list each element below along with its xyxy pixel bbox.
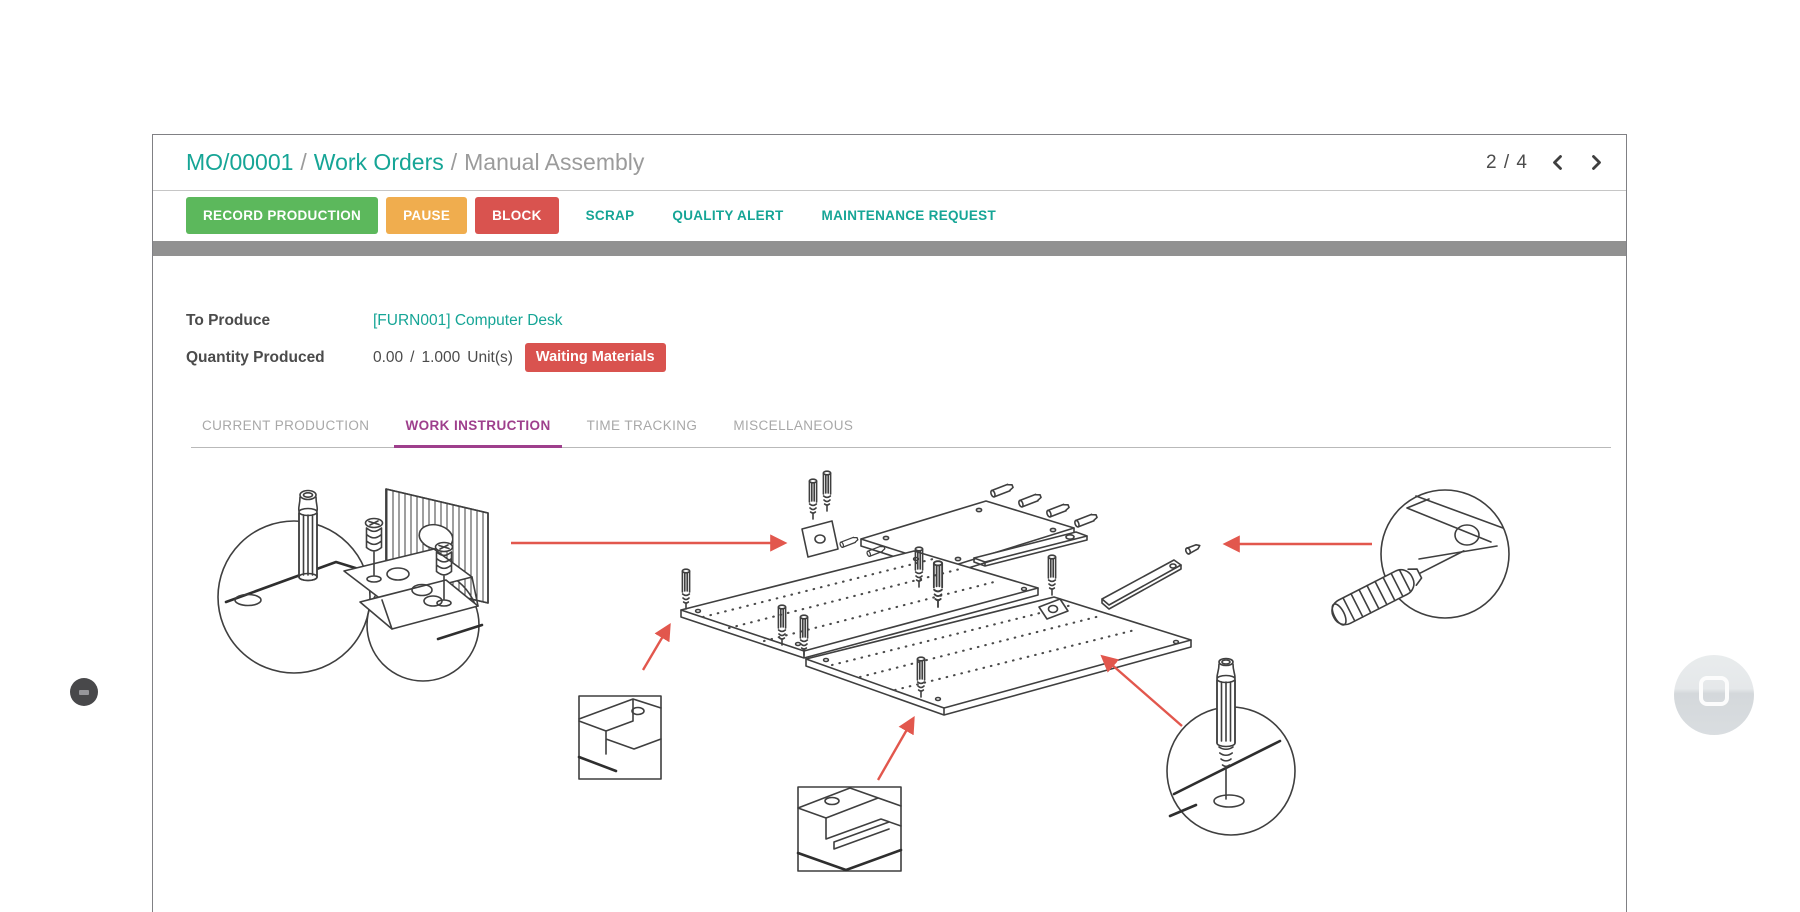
block-button[interactable]: BLOCK bbox=[475, 197, 559, 234]
tab-bar: CURRENT PRODUCTION WORK INSTRUCTION TIME… bbox=[191, 418, 1611, 448]
chevron-left-icon bbox=[1550, 154, 1565, 171]
pager: 2 / 4 bbox=[1486, 152, 1606, 174]
breadcrumb-link-mo[interactable]: MO/00001 bbox=[186, 149, 293, 175]
pager-count: 2 / 4 bbox=[1486, 152, 1528, 174]
home-square-icon bbox=[1699, 676, 1729, 706]
home-button[interactable] bbox=[1674, 655, 1754, 735]
work-order-card: MO/00001/Work Orders/Manual Assembly 2 /… bbox=[152, 134, 1627, 912]
status-progress-bar bbox=[153, 241, 1626, 256]
field-row-to-produce: To Produce [FURN001] Computer Desk bbox=[186, 308, 1626, 334]
quantity-separator: / bbox=[410, 349, 414, 366]
pager-prev-button[interactable] bbox=[1548, 152, 1567, 173]
toolbar: RECORD PRODUCTION PAUSE BLOCK SCRAP QUAL… bbox=[153, 191, 1626, 239]
tab-current-production[interactable]: CURRENT PRODUCTION bbox=[191, 418, 380, 448]
breadcrumb-current: Manual Assembly bbox=[464, 149, 644, 175]
breadcrumb-separator: / bbox=[444, 149, 464, 175]
field-label-quantity-produced: Quantity Produced bbox=[186, 349, 373, 367]
work-instruction-diagram bbox=[186, 449, 1561, 911]
tab-work-instruction[interactable]: WORK INSTRUCTION bbox=[394, 418, 561, 448]
quantity-uom: Unit(s) bbox=[467, 349, 513, 366]
pause-button[interactable]: PAUSE bbox=[386, 197, 467, 234]
scrap-button[interactable]: SCRAP bbox=[572, 208, 649, 223]
status-badge-waiting-materials: Waiting Materials bbox=[525, 343, 666, 372]
quantity-total: 1.000 bbox=[421, 349, 460, 366]
field-label-to-produce: To Produce bbox=[186, 312, 373, 330]
field-group: To Produce [FURN001] Computer Desk Quant… bbox=[186, 308, 1626, 372]
tab-miscellaneous[interactable]: MISCELLANEOUS bbox=[722, 418, 864, 448]
chevron-right-icon bbox=[1589, 154, 1604, 171]
record-production-button[interactable]: RECORD PRODUCTION bbox=[186, 197, 378, 234]
maintenance-request-button[interactable]: MAINTENANCE REQUEST bbox=[808, 208, 1010, 223]
quantity-value: 0.00 / 1.000 Unit(s) bbox=[373, 349, 513, 367]
breadcrumb-link-work-orders[interactable]: Work Orders bbox=[314, 149, 444, 175]
breadcrumb-separator: / bbox=[293, 149, 313, 175]
product-link[interactable]: [FURN001] Computer Desk bbox=[373, 312, 563, 329]
quantity-done: 0.00 bbox=[373, 349, 403, 366]
quality-alert-button[interactable]: QUALITY ALERT bbox=[658, 208, 797, 223]
card-header: MO/00001/Work Orders/Manual Assembly 2 /… bbox=[153, 135, 1626, 191]
tab-time-tracking[interactable]: TIME TRACKING bbox=[576, 418, 709, 448]
pager-next-button[interactable] bbox=[1587, 152, 1606, 173]
side-dot-button[interactable] bbox=[70, 678, 98, 706]
field-row-quantity-produced: Quantity Produced 0.00 / 1.000 Unit(s) Wait… bbox=[186, 343, 1626, 372]
breadcrumb: MO/00001/Work Orders/Manual Assembly bbox=[186, 149, 644, 176]
